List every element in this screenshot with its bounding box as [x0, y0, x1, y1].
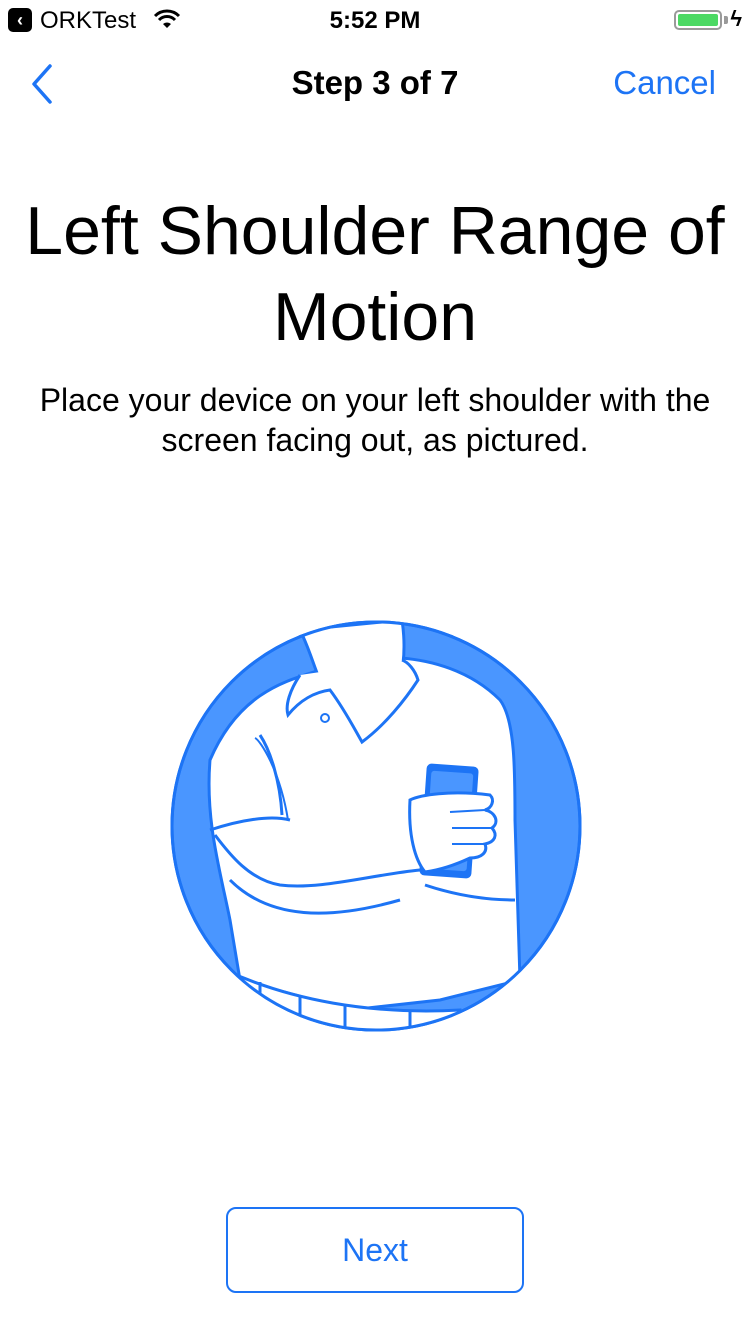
instruction-text: Place your device on your left shoulder … [39, 382, 711, 458]
status-time: 5:52 PM [329, 7, 421, 34]
battery-icon [674, 10, 722, 30]
status-bar: ‹ ORKTest 5:52 PM ϟ [0, 0, 750, 40]
shoulder-placement-illustration [170, 620, 582, 1032]
battery-tip [724, 16, 728, 24]
navigation-bar: Step 3 of 7 Cancel [0, 40, 750, 128]
cancel-button[interactable]: Cancel [613, 64, 716, 102]
next-button[interactable]: Next [226, 1207, 524, 1293]
page-title: Left Shoulder Range of Motion [25, 193, 725, 355]
charging-bolt-icon: ϟ [730, 6, 742, 31]
